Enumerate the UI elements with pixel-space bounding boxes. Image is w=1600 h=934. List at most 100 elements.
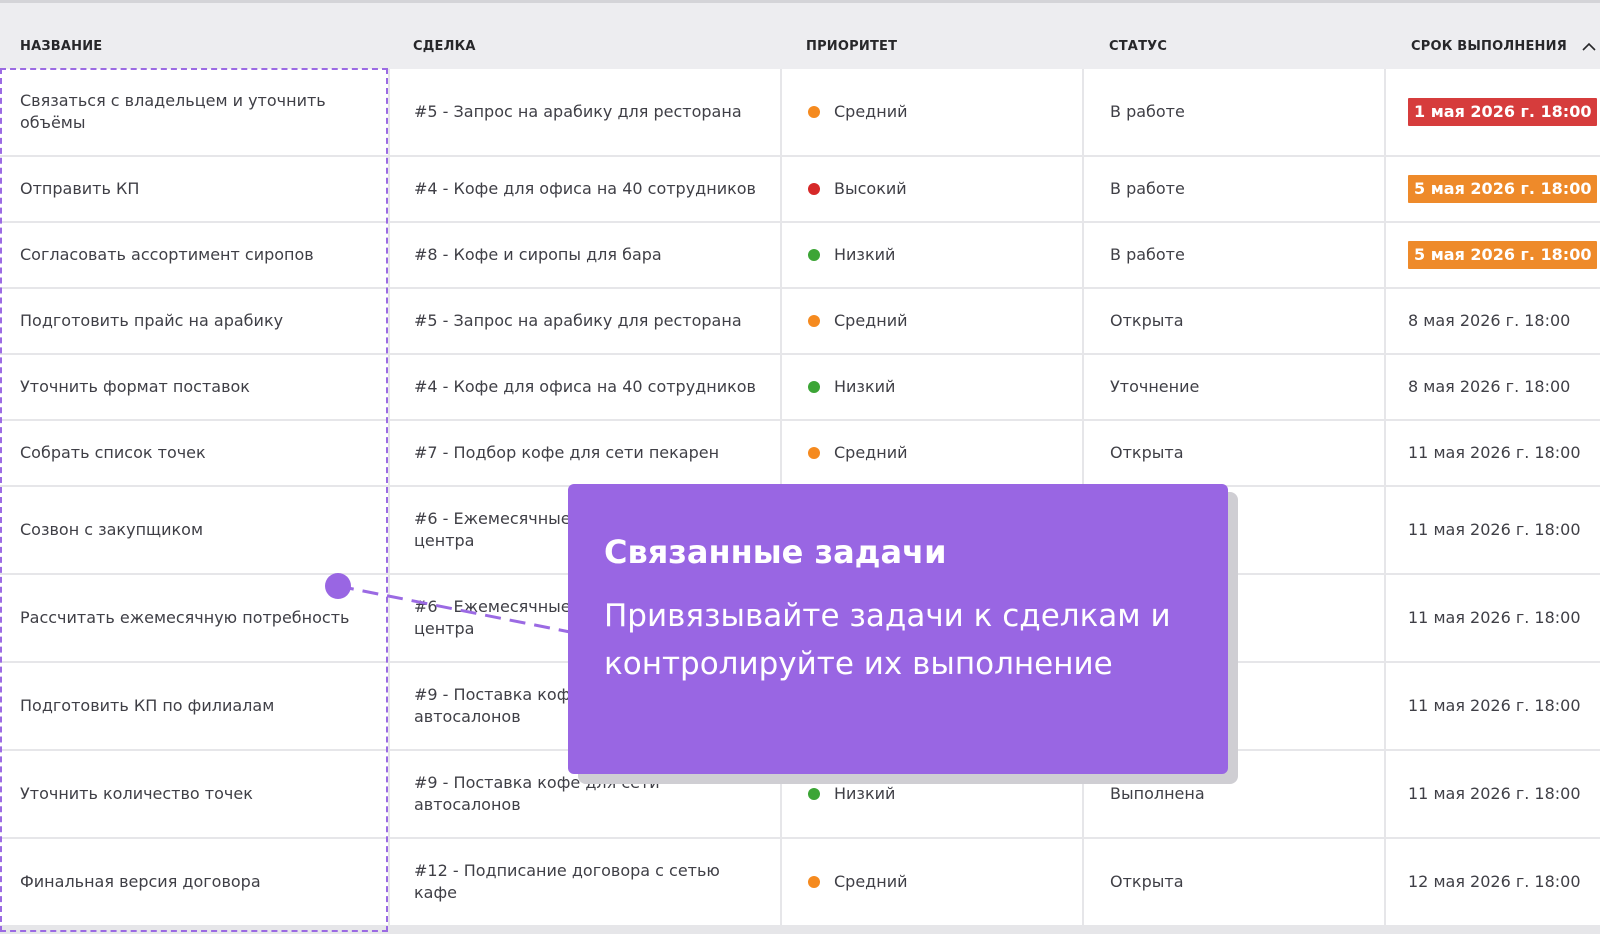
due-date-cell[interactable]: 8 мая 2026 г. 18:00 — [1386, 355, 1600, 419]
task-name-cell[interactable]: Финальная версия договора — [0, 839, 388, 925]
task-name-cell[interactable]: Собрать список точек — [0, 421, 388, 485]
due-date-text: 12 мая 2026 г. 18:00 — [1408, 871, 1596, 893]
column-header-status[interactable]: СТАТУС — [1109, 39, 1167, 54]
task-name-text: Созвон с закупщиком — [20, 520, 204, 539]
tooltip-title: Связанные задачи — [604, 533, 947, 571]
chevron-up-icon[interactable] — [1582, 42, 1596, 52]
priority-cell[interactable]: Средний — [782, 839, 1082, 925]
due-date-value: 8 мая 2026 г. 18:00 — [1408, 311, 1571, 330]
table-row[interactable]: Отправить КП #4 - Кофе для офиса на 40 со… — [0, 157, 1600, 223]
priority-cell[interactable]: Средний — [782, 421, 1082, 485]
priority-cell[interactable]: Низкий — [782, 355, 1082, 419]
priority-label: Средний — [834, 872, 908, 891]
task-name-text: Рассчитать ежемесячную потребность — [20, 608, 350, 627]
due-date-value: 11 мая 2026 г. 18:00 — [1408, 608, 1581, 627]
status-cell[interactable]: Уточнение — [1084, 355, 1384, 419]
deal-link-text[interactable]: #4 - Кофе для офиса на 40 сотрудников — [414, 178, 766, 200]
task-name-cell[interactable]: Подготовить прайс на арабику — [0, 289, 388, 353]
status-text: Открыта — [1110, 443, 1184, 462]
due-date-cell[interactable]: 12 мая 2026 г. 18:00 — [1386, 839, 1600, 925]
task-name-cell[interactable]: Уточнить количество точек — [0, 751, 388, 837]
priority-text: Средний — [808, 310, 1068, 332]
task-name-cell[interactable]: Созвон с закупщиком — [0, 487, 388, 573]
deal-link-text[interactable]: #12 - Подписание договора с сетью кафе — [414, 860, 766, 904]
priority-label: Высокий — [834, 179, 907, 198]
priority-cell[interactable]: Высокий — [782, 157, 1082, 221]
deal-link-text[interactable]: #5 - Запрос на арабику для ресторана — [414, 101, 766, 123]
deal-link-cell[interactable]: #5 - Запрос на арабику для ресторана — [390, 289, 780, 353]
table-header: НАЗВАНИЕ СДЕЛКА ПРИОРИТЕТ СТАТУС СРОК ВЫ… — [0, 3, 1600, 69]
table-row[interactable]: Связаться с владельцем и уточнить объёмы… — [0, 69, 1600, 157]
due-date-value: 11 мая 2026 г. 18:00 — [1408, 696, 1581, 715]
due-date-cell[interactable]: 11 мая 2026 г. 18:00 — [1386, 421, 1600, 485]
due-date-cell[interactable]: 11 мая 2026 г. 18:00 — [1386, 487, 1600, 573]
task-name-cell[interactable]: Подготовить КП по филиалам — [0, 663, 388, 749]
deal-link-cell[interactable]: #8 - Кофе и сиропы для бара — [390, 223, 780, 287]
due-date-cell[interactable]: 11 мая 2026 г. 18:00 — [1386, 751, 1600, 837]
priority-dot-icon — [808, 381, 820, 393]
status-cell[interactable]: Открыта — [1084, 289, 1384, 353]
task-name-cell[interactable]: Связаться с владельцем и уточнить объёмы — [0, 69, 388, 155]
task-name-cell[interactable]: Согласовать ассортимент сиропов — [0, 223, 388, 287]
due-date-cell[interactable]: 11 мая 2026 г. 18:00 — [1386, 575, 1600, 661]
due-date-cell[interactable]: 8 мая 2026 г. 18:00 — [1386, 289, 1600, 353]
status-cell[interactable]: Открыта — [1084, 421, 1384, 485]
priority-text: Низкий — [808, 244, 1068, 266]
status-text: В работе — [1110, 245, 1185, 264]
due-date-text: 5 мая 2026 г. 18:00 — [1408, 241, 1598, 269]
table-row[interactable]: Финальная версия договора #12 - Подписани… — [0, 839, 1600, 927]
deal-link-cell[interactable]: #4 - Кофе для офиса на 40 сотрудников — [390, 355, 780, 419]
table-row[interactable]: Подготовить прайс на арабику #5 - Запрос … — [0, 289, 1600, 355]
task-name-text: Связаться с владельцем и уточнить объёмы — [20, 91, 326, 132]
column-header-name[interactable]: НАЗВАНИЕ — [20, 39, 102, 54]
due-date-value: 8 мая 2026 г. 18:00 — [1408, 377, 1571, 396]
task-name-cell[interactable]: Рассчитать ежемесячную потребность — [0, 575, 388, 661]
deal-link-text[interactable]: #7 - Подбор кофе для сети пекарен — [414, 442, 766, 464]
task-name-cell[interactable]: Уточнить формат поставок — [0, 355, 388, 419]
priority-cell[interactable]: Низкий — [782, 223, 1082, 287]
table-row[interactable]: Собрать список точек #7 - Подбор кофе для… — [0, 421, 1600, 487]
status-text: В работе — [1110, 102, 1185, 121]
due-date-text: 1 мая 2026 г. 18:00 — [1408, 98, 1598, 126]
due-date-value: 11 мая 2026 г. 18:00 — [1408, 520, 1581, 539]
due-date-cell[interactable]: 5 мая 2026 г. 18:00 — [1386, 223, 1600, 287]
status-cell[interactable]: Открыта — [1084, 839, 1384, 925]
deal-link-text[interactable]: #4 - Кофе для офиса на 40 сотрудников — [414, 376, 766, 398]
status-cell[interactable]: В работе — [1084, 157, 1384, 221]
deal-link-cell[interactable]: #4 - Кофе для офиса на 40 сотрудников — [390, 157, 780, 221]
column-header-priority[interactable]: ПРИОРИТЕТ — [806, 39, 897, 54]
priority-cell[interactable]: Средний — [782, 69, 1082, 155]
due-date-text: 11 мая 2026 г. 18:00 — [1408, 442, 1596, 464]
table-row[interactable]: Согласовать ассортимент сиропов #8 - Кофе… — [0, 223, 1600, 289]
deal-link-text[interactable]: #8 - Кофе и сиропы для бара — [414, 244, 766, 266]
task-name-text: Подготовить КП по филиалам — [20, 696, 275, 715]
deal-link-cell[interactable]: #7 - Подбор кофе для сети пекарен — [390, 421, 780, 485]
status-cell[interactable]: В работе — [1084, 223, 1384, 287]
task-name-text: Согласовать ассортимент сиропов — [20, 245, 314, 264]
due-date-cell[interactable]: 5 мая 2026 г. 18:00 — [1386, 157, 1600, 221]
due-date-cell[interactable]: 11 мая 2026 г. 18:00 — [1386, 663, 1600, 749]
due-date-cell[interactable]: 1 мая 2026 г. 18:00 — [1386, 69, 1600, 155]
due-date-text: 11 мая 2026 г. 18:00 — [1408, 783, 1596, 805]
status-text: Выполнена — [1110, 784, 1205, 803]
deal-link-text[interactable]: #5 - Запрос на арабику для ресторана — [414, 310, 766, 332]
due-date-text: 11 мая 2026 г. 18:00 — [1408, 695, 1596, 717]
priority-cell[interactable]: Средний — [782, 289, 1082, 353]
priority-label: Средний — [834, 102, 908, 121]
column-header-deal[interactable]: СДЕЛКА — [413, 39, 476, 54]
priority-dot-icon — [808, 315, 820, 327]
priority-dot-icon — [808, 183, 820, 195]
due-date-text: 11 мая 2026 г. 18:00 — [1408, 607, 1596, 629]
deal-link-cell[interactable]: #5 - Запрос на арабику для ресторана — [390, 69, 780, 155]
column-header-due[interactable]: СРОК ВЫПОЛНЕНИЯ — [1411, 39, 1596, 54]
priority-text: Низкий — [808, 783, 1068, 805]
table-row[interactable]: Уточнить формат поставок #4 - Кофе для оф… — [0, 355, 1600, 421]
tooltip-body: Привязывайте задачи к сделкам и контроли… — [604, 598, 1171, 682]
due-date-value: 11 мая 2026 г. 18:00 — [1408, 784, 1581, 803]
status-cell[interactable]: В работе — [1084, 69, 1384, 155]
due-date-badge: 5 мая 2026 г. 18:00 — [1408, 175, 1598, 203]
due-date-text: 8 мая 2026 г. 18:00 — [1408, 310, 1596, 332]
deal-link-cell[interactable]: #12 - Подписание договора с сетью кафе — [390, 839, 780, 925]
priority-dot-icon — [808, 876, 820, 888]
task-name-cell[interactable]: Отправить КП — [0, 157, 388, 221]
